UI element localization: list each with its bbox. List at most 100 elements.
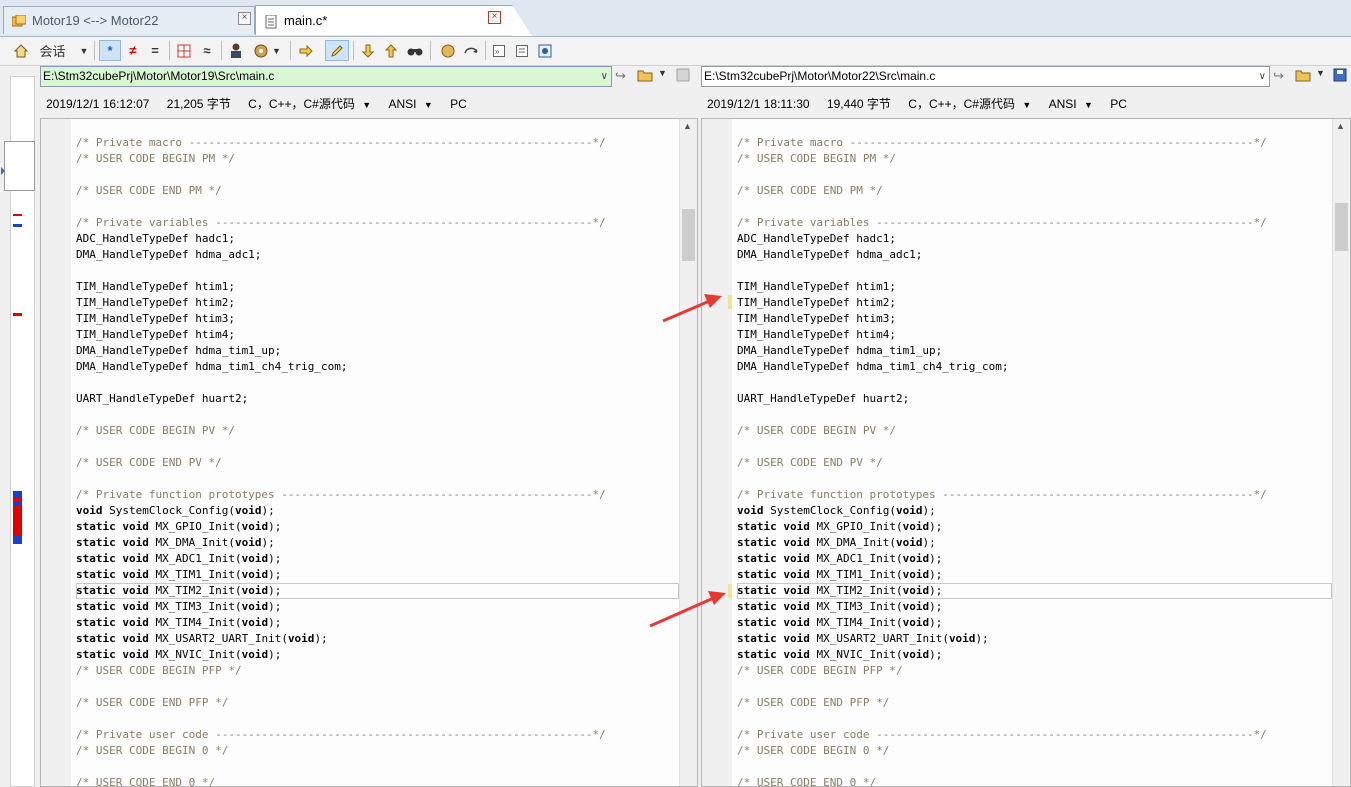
approx-icon[interactable]: ≈	[197, 40, 217, 61]
open-folder-icon[interactable]	[637, 68, 655, 85]
right-encoding[interactable]: ANSI ▼	[1049, 97, 1093, 111]
svg-text:»: »	[495, 47, 500, 56]
next-icon[interactable]	[296, 40, 316, 61]
save-icon[interactable]	[676, 68, 690, 85]
sync-icon[interactable]	[461, 40, 481, 61]
code-line: /* USER CODE END PV */	[76, 456, 222, 469]
swap-icon[interactable]	[438, 40, 458, 61]
close-icon[interactable]: ×	[488, 11, 501, 24]
person-icon[interactable]	[226, 40, 246, 61]
code-line: /* Private variables -------------------…	[737, 216, 1267, 229]
left-size: 21,205 字节	[166, 97, 231, 111]
list-icon[interactable]	[513, 40, 531, 61]
save-icon[interactable]	[1333, 68, 1347, 85]
tab-file-compare[interactable]: main.c* ×	[255, 5, 513, 35]
current-position-marker	[1, 167, 5, 175]
right-scrollbar[interactable]: ▲	[1332, 119, 1350, 786]
diff-marker	[13, 536, 22, 544]
right-path: E:\Stm32cubePrj\Motor\Motor22\Src\main.c	[704, 69, 936, 83]
code-line: TIM_HandleTypeDef htim4;	[737, 328, 896, 341]
struct-icon[interactable]	[174, 40, 194, 61]
overview-viewport[interactable]	[4, 141, 35, 191]
chevron-down-icon[interactable]: ▼	[1316, 68, 1325, 78]
code-line: UART_HandleTypeDef huart2;	[76, 392, 249, 405]
code-line: static void MX_TIM4_Init(void);	[76, 616, 282, 629]
open-folder-icon[interactable]	[1295, 68, 1313, 85]
tab-label: main.c*	[284, 13, 328, 28]
right-path-input[interactable]: E:\Stm32cubePrj\Motor\Motor22\Src\main.c…	[701, 66, 1270, 87]
code-line: /* Private user code -------------------…	[737, 728, 1267, 741]
rules-icon[interactable]: ▼	[250, 40, 284, 61]
close-icon[interactable]: ×	[238, 12, 251, 25]
report-icon[interactable]	[536, 40, 554, 61]
code-line: /* USER CODE BEGIN 0 */	[76, 744, 229, 757]
left-format[interactable]: C，C++，C#源代码 ▼	[248, 97, 371, 111]
code-line: UART_HandleTypeDef huart2;	[737, 392, 910, 405]
code-line: DMA_HandleTypeDef hdma_tim1_up;	[737, 344, 943, 357]
prev-diff-icon[interactable]	[359, 40, 377, 61]
code-line: /* USER CODE END 0 */	[76, 776, 216, 787]
code-line: static void MX_USART2_UART_Init(void);	[76, 632, 328, 645]
all-icon[interactable]: *	[99, 40, 121, 61]
code-line: TIM_HandleTypeDef htim1;	[737, 280, 896, 293]
right-format[interactable]: C，C++，C#源代码 ▼	[908, 97, 1031, 111]
diff-marker	[13, 313, 22, 316]
left-encoding[interactable]: ANSI ▼	[388, 97, 432, 111]
code-line: DMA_HandleTypeDef hdma_adc1;	[737, 248, 923, 261]
left-file-info: 2019/12/1 16:12:07 21,205 字节 C，C++，C#源代码…	[46, 94, 481, 114]
left-path-row: E:\Stm32cubePrj\Motor\Motor19\Src\main.c…	[40, 66, 700, 88]
right-code-pane[interactable]: /* Private macro -----------------------…	[701, 118, 1351, 787]
tab-folder-compare[interactable]: Motor19 <--> Motor22 ×	[3, 6, 255, 34]
chevron-down-icon[interactable]: ∨	[1259, 67, 1266, 86]
refresh-icon[interactable]: ↪	[1273, 68, 1284, 84]
code-line: static void MX_TIM4_Init(void);	[737, 616, 943, 629]
refresh-icon[interactable]: ↪	[615, 68, 626, 84]
left-code-pane[interactable]: /* Private macro -----------------------…	[40, 118, 698, 787]
expand-icon[interactable]: »	[490, 40, 508, 61]
code-line: /* USER CODE BEGIN PM */	[76, 152, 235, 165]
diffs-icon[interactable]: ≠	[123, 40, 143, 61]
code-line: /* Private function prototypes ---------…	[737, 488, 1267, 501]
code-line: /* USER CODE BEGIN PV */	[737, 424, 896, 437]
code-line: static void MX_ADC1_Init(void);	[76, 552, 282, 565]
diff-overview[interactable]	[0, 66, 38, 787]
text-file-icon	[264, 14, 278, 28]
chevron-down-icon: ▼	[79, 45, 89, 56]
find-icon[interactable]	[405, 40, 425, 61]
same-icon[interactable]: =	[145, 40, 165, 61]
chevron-up-icon[interactable]: ▲	[1336, 121, 1345, 131]
chevron-down-icon[interactable]: ∨	[601, 67, 608, 86]
session-menu[interactable]: 会话 ▼	[36, 40, 92, 61]
next-diff-icon[interactable]	[382, 40, 400, 61]
code-line: /* USER CODE BEGIN PM */	[737, 152, 896, 165]
chevron-up-icon[interactable]: ▲	[683, 121, 692, 131]
code-line: void SystemClock_Config(void);	[76, 504, 275, 517]
code-line: static void MX_TIM2_Init(void);	[76, 583, 679, 599]
chevron-down-icon[interactable]: ▼	[658, 68, 667, 78]
left-scrollbar[interactable]: ▲	[679, 119, 697, 786]
home-icon[interactable]	[10, 40, 32, 61]
code-line: /* Private macro -----------------------…	[737, 136, 1267, 149]
left-date: 2019/12/1 16:12:07	[46, 97, 150, 111]
tab-bar: Motor19 <--> Motor22 × main.c* ×	[0, 0, 1351, 37]
code-line: /* USER CODE END PV */	[737, 456, 883, 469]
code-line: /* USER CODE BEGIN PV */	[76, 424, 235, 437]
diff-marker	[13, 224, 22, 227]
edit-icon[interactable]	[325, 40, 349, 61]
toolbar: 会话 ▼ * ≠ = ≈ ▼ »	[0, 37, 1351, 66]
code-line: TIM_HandleTypeDef htim1;	[76, 280, 235, 293]
right-lineend: PC	[1110, 97, 1127, 111]
left-path-input[interactable]: E:\Stm32cubePrj\Motor\Motor19\Src\main.c…	[40, 66, 612, 87]
code-line: /* Private user code -------------------…	[76, 728, 606, 741]
